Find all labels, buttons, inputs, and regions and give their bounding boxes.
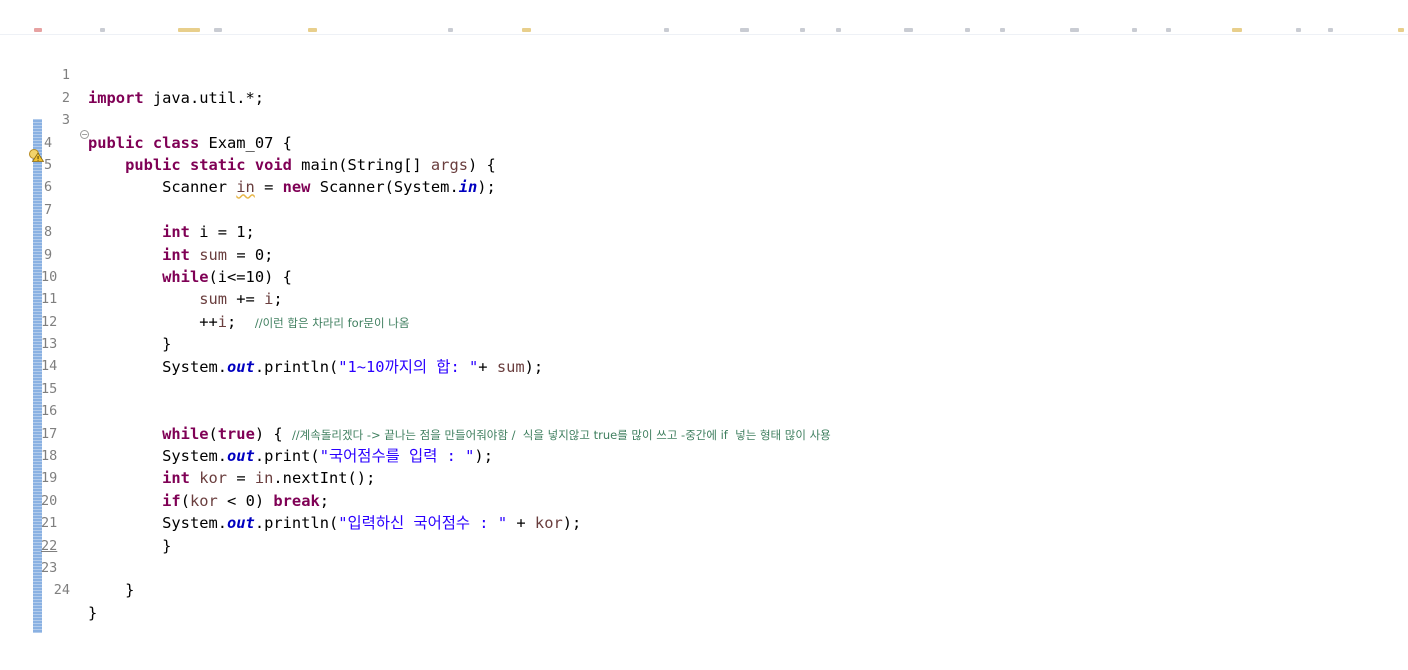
toolbar-icon[interactable] [965,28,970,32]
code-line: 15 [0,355,1408,397]
line-number: 24 [53,582,70,599]
code-line: 4 public static void main(String[] args)… [0,109,1408,174]
code-text: } [88,603,98,622]
line-code[interactable]: } [88,579,134,601]
code-line: 9 while(i<=10) { [0,221,1408,286]
toolbar-icon[interactable] [100,28,105,32]
line-code[interactable]: } [88,602,97,624]
code-line: 3 public class Exam_07 { [0,87,1408,151]
toolbar-icon[interactable] [308,28,317,32]
code-text: } [125,581,135,600]
toolbar-icon[interactable] [740,28,749,32]
code-line: 24 } [0,557,1408,621]
code-line: 13 System.out.println("1~10까지의 합: "+ sum… [0,311,1408,375]
code-line: 2 [0,64,1408,106]
code-line: 5 Scanner in = new Scanner(System.in); [0,132,1408,196]
toolbar-icon[interactable] [178,28,200,32]
code-line: 7 int i = 1; [0,176,1408,241]
code-line: 20 System.out.println("입력하신 국어점수 : " + k… [0,467,1408,532]
toolbar-icon[interactable] [1328,28,1333,32]
code-editor[interactable]: 1 import java.util.*; 2 3 public class E… [0,42,1408,621]
toolbar-icon[interactable] [664,28,669,32]
code-line: 12 } [0,288,1408,353]
code-line: 1 import java.util.*; [0,42,1408,106]
editor-toolbar-strip [0,0,1408,35]
toolbar-icon[interactable] [1398,28,1404,32]
code-line: 6 [0,154,1408,195]
toolbar-icon[interactable] [34,28,42,32]
code-line: 11 ++i; //이런 합은 차라리 for문이 나옴 [0,266,1408,330]
code-line: 22 [0,512,1408,554]
code-line: 17 System.out.print("국어점수를 입력 : "); [0,400,1408,465]
toolbar-icon[interactable] [214,28,222,32]
toolbar-icon[interactable] [1132,28,1137,32]
code-line: 8 int sum = 0; [0,199,1408,263]
toolbar-icon[interactable] [448,28,453,32]
code-line: 14 [0,333,1408,374]
toolbar-icon[interactable] [904,28,913,32]
code-line: 18 int kor = in.nextInt(); [0,423,1408,487]
toolbar-icon[interactable] [1166,28,1171,32]
toolbar-icon[interactable] [522,28,531,32]
toolbar-icon[interactable] [1296,28,1301,32]
toolbar-icon[interactable] [1070,28,1079,32]
code-line: 10 sum += i; [0,244,1408,308]
code-line: 21 } [0,490,1408,554]
code-line: 19 if(kor < 0) break; [0,445,1408,509]
toolbar-icon[interactable] [1000,28,1005,32]
toolbar-icon[interactable] [1232,28,1242,32]
toolbar-icon[interactable] [836,28,841,32]
code-line: 23 } [0,535,1408,599]
toolbar-icon[interactable] [800,28,805,32]
code-line: 16 while(true) { //계속돌리겠다 -> 끝나는 점을 만들어줘… [0,378,1408,442]
